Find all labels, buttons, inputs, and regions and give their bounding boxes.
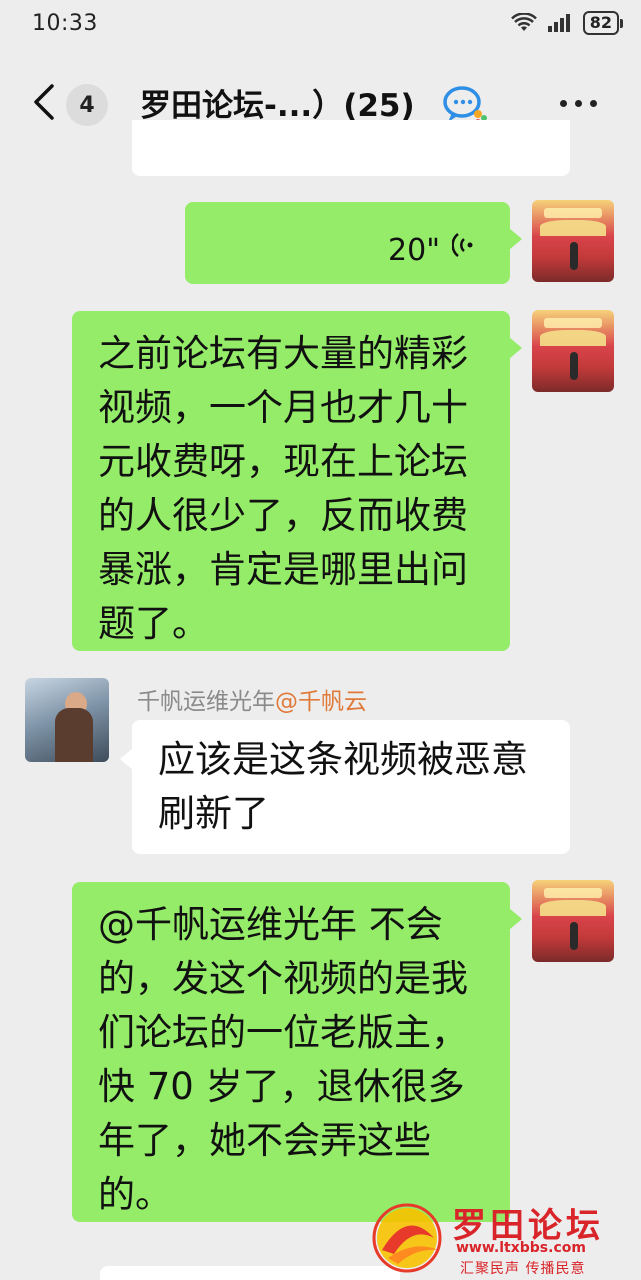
more-options-button[interactable] [560,100,597,107]
avatar-body [55,708,93,762]
message-line: 年了，她不会弄这些 [98,1119,431,1162]
previous-message-bubble[interactable] [132,120,570,176]
voice-duration: 20" [388,233,440,268]
message-line: @千帆运维光年 不会 [98,903,443,946]
sender-name: 千帆运维光年@千帆云 [137,682,367,716]
status-time: 10:33 [32,10,98,36]
avatar-banner [544,208,602,218]
signal-icon [547,14,570,32]
message-line: 快 70 岁了，退休很多 [98,1065,465,1108]
wifi-icon [510,13,537,31]
watermark-url: www.ltxbbs.com [456,1240,586,1256]
avatar-banner [544,318,602,328]
battery-indicator: 82 [582,11,624,35]
unread-count-badge[interactable]: 4 [66,84,108,126]
message-line: 题了。 [98,602,209,645]
message-line: 之前论坛有大量的精彩 [98,332,468,375]
avatar-figure [570,922,578,950]
avatar-stage [540,330,606,346]
avatar-stage [540,900,606,916]
voice-message-bubble[interactable]: 20" [185,202,522,284]
voice-wave-icon [452,233,473,257]
more-dot [590,100,597,107]
text-message-bubble[interactable]: @千帆运维光年 不会 的，发这个视频的是我 们论坛的一位老版主， 快 70 岁了… [72,882,522,1222]
avatar-figure [570,352,578,380]
message-line: 的人很少了，反而收费 [98,494,468,537]
self-avatar[interactable] [532,200,614,282]
sender-avatar[interactable] [25,678,109,762]
chat-title: 罗田论坛-...）(25) [140,88,415,124]
avatar-banner [544,888,602,898]
more-dot [575,100,582,107]
next-message-bubble[interactable] [100,1266,400,1280]
sender-mention: @千帆云 [275,689,367,715]
text-message-bubble[interactable]: 之前论坛有大量的精彩 视频，一个月也才几十 元收费呀，现在上论坛 的人很少了，反… [72,311,522,651]
text-message-bubble[interactable]: 应该是这条视频被恶意 刷新了 [120,720,570,854]
more-dot [560,100,567,107]
message-line: 暴涨，肯定是哪里出问 [98,548,468,591]
self-avatar[interactable] [532,880,614,962]
message-line: 的，发这个视频的是我 [98,957,468,1000]
avatar-stage [540,220,606,236]
message-line: 应该是这条视频被恶意 [158,738,528,781]
avatar-figure [570,242,578,270]
message-line: 们论坛的一位老版主， [98,1011,468,1054]
message-line: 刷新了 [158,792,269,835]
back-arrow-icon[interactable] [30,82,58,122]
self-avatar[interactable] [532,310,614,392]
sender-nickname: 千帆运维光年 [137,689,275,715]
forum-logo-icon [372,1203,442,1273]
status-bar: 10:33 82 [0,0,641,46]
message-line: 视频，一个月也才几十 [98,386,468,429]
status-icons: 82 [510,11,624,35]
message-line: 元收费呀，现在上论坛 [98,440,468,483]
forum-watermark: 罗田论坛 www.ltxbbs.com 汇聚民声 传播民意 [360,1188,641,1280]
watermark-slogan: 汇聚民声 传播民意 [460,1261,586,1277]
